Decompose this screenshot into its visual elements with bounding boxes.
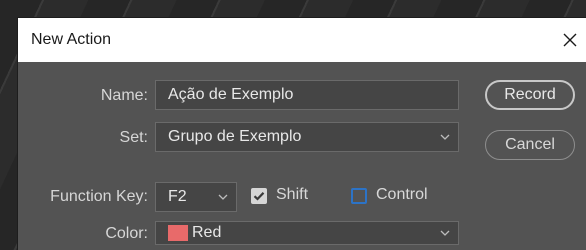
chevron-down-icon bbox=[440, 134, 450, 140]
close-button[interactable] bbox=[554, 24, 586, 56]
dialog-title: New Action bbox=[31, 31, 112, 48]
cancel-button[interactable]: Cancel bbox=[485, 130, 575, 160]
set-select[interactable]: Grupo de Exemplo bbox=[155, 122, 459, 152]
color-label: Color: bbox=[105, 225, 148, 242]
close-icon bbox=[563, 33, 577, 47]
name-field[interactable]: Ação de Exemplo bbox=[155, 80, 459, 110]
set-value: Grupo de Exemplo bbox=[168, 128, 302, 145]
shift-label: Shift bbox=[276, 186, 309, 203]
color-swatch bbox=[168, 225, 188, 241]
function-key-label: Function Key: bbox=[50, 188, 148, 205]
chevron-down-icon bbox=[440, 230, 450, 236]
function-key-select[interactable]: F2 bbox=[155, 182, 237, 212]
function-key-value: F2 bbox=[168, 188, 187, 205]
control-label: Control bbox=[376, 186, 428, 203]
record-button[interactable]: Record bbox=[485, 80, 575, 110]
name-value: Ação de Exemplo bbox=[168, 86, 294, 103]
dialog-body: Name: Ação de Exemplo Set: Grupo de Exem… bbox=[18, 62, 586, 250]
checkmark-icon bbox=[253, 192, 265, 201]
chevron-down-icon bbox=[218, 194, 228, 200]
new-action-dialog: New Action Name: Ação de Exemplo Set: Gr… bbox=[18, 18, 586, 250]
set-label: Set: bbox=[119, 129, 148, 146]
color-select[interactable]: Red bbox=[155, 221, 459, 245]
shift-checkbox[interactable] bbox=[251, 188, 267, 204]
color-value: Red bbox=[192, 224, 222, 241]
dialog-titlebar: New Action bbox=[18, 18, 586, 62]
control-checkbox[interactable] bbox=[351, 188, 367, 204]
name-label: Name: bbox=[100, 87, 148, 104]
